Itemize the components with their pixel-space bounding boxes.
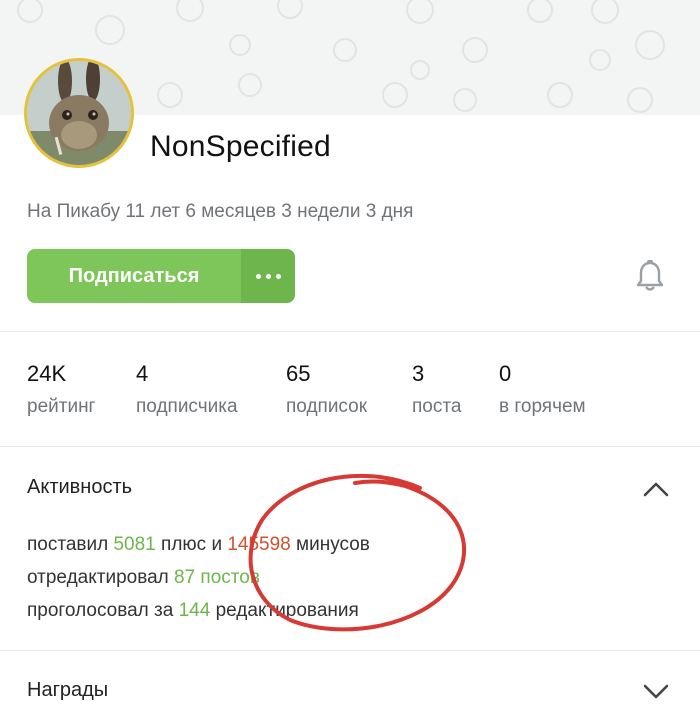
divider — [0, 650, 700, 651]
stat-value: 0 — [499, 361, 512, 386]
subscribe-button[interactable]: Подписаться — [27, 249, 241, 303]
stat-value: 65 — [286, 361, 311, 386]
edits-posts-link[interactable]: постов — [195, 567, 260, 588]
stat-hot[interactable]: 0 в горячем — [499, 360, 586, 418]
stat-value: 3 — [412, 361, 425, 386]
member-since: На Пикабу 11 лет 6 месяцев 3 недели 3 дн… — [27, 201, 414, 222]
stat-label: подписчика — [136, 396, 238, 417]
hare-avatar-image — [27, 61, 131, 165]
bell-icon[interactable] — [636, 260, 664, 292]
username: NonSpecified — [150, 130, 331, 163]
subscribe-button-group: Подписаться — [27, 249, 295, 303]
divider — [0, 446, 700, 447]
stat-value: 4 — [136, 361, 149, 386]
activity-edits-line: отредактировал 87 постов — [27, 567, 260, 588]
activity-voted-line: проголосовал за 144 редактирования — [27, 600, 359, 621]
more-dots-icon — [255, 273, 281, 279]
stat-posts[interactable]: 3 поста — [412, 360, 461, 418]
stat-label: рейтинг — [27, 396, 96, 417]
chevron-up-icon[interactable] — [643, 481, 669, 497]
stat-label: в горячем — [499, 396, 586, 417]
plus-count: 5081 — [113, 534, 156, 555]
avatar[interactable] — [24, 58, 134, 168]
awards-title[interactable]: Награды — [27, 679, 108, 702]
divider — [0, 331, 700, 332]
activity-votes-line: поставил 5081 плюс и 145598 минусов — [27, 534, 370, 555]
stat-subscribers[interactable]: 4 подписчика — [136, 360, 238, 418]
chevron-down-icon[interactable] — [643, 683, 669, 699]
stat-label: подписок — [286, 396, 368, 417]
more-options-button[interactable] — [241, 249, 295, 303]
activity-details: поставил 5081 плюс и 145598 минусов отре… — [27, 531, 370, 630]
voted-count-link[interactable]: 144 — [179, 600, 211, 621]
activity-title[interactable]: Активность — [27, 476, 132, 499]
stat-value: 24K — [27, 361, 67, 386]
minus-count: 145598 — [227, 534, 291, 555]
stat-subscriptions[interactable]: 65 подписок — [286, 360, 367, 418]
edits-count-link[interactable]: 87 — [174, 567, 195, 588]
stat-label: поста — [412, 396, 462, 417]
stat-rating[interactable]: 24K рейтинг — [27, 360, 96, 418]
